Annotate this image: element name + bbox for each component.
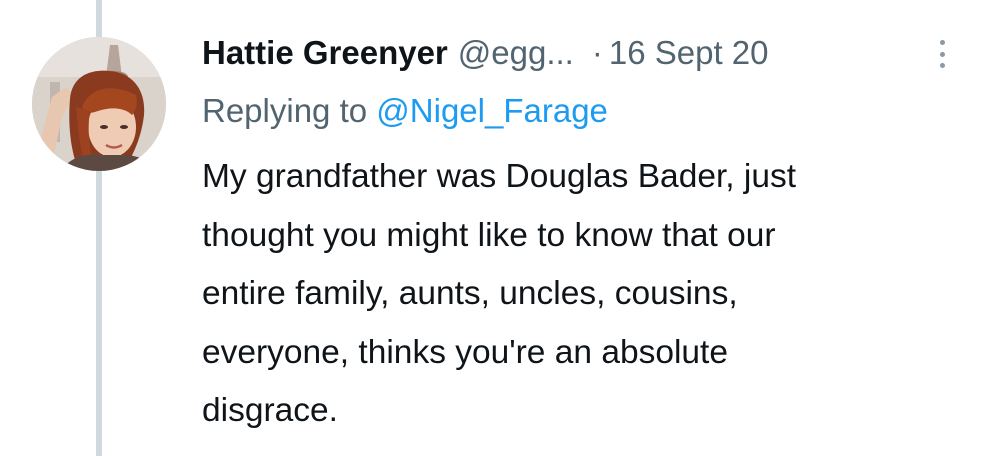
tweet-text-line: thought you might like to know that our xyxy=(202,216,776,254)
timestamp[interactable]: 16 Sept 20 xyxy=(609,30,769,76)
separator-dot: · xyxy=(591,34,603,71)
avatar[interactable] xyxy=(32,37,166,171)
tweet-text-line: disgrace. xyxy=(202,392,338,429)
replying-to-mention-link[interactable]: @Nigel_Farage xyxy=(376,92,608,129)
tweet-header: Hattie Greenyer @egg... · 16 Sept 20 xyxy=(202,30,769,76)
user-handle[interactable]: @egg... xyxy=(458,30,574,76)
tweet-text-line: entire family, aunts, uncles, cousins, xyxy=(202,275,738,312)
tweet-text: My grandfather was Douglas Bader, just t… xyxy=(202,148,982,441)
tweet-text-line: My grandfather was Douglas Bader, just xyxy=(202,158,797,195)
display-name[interactable]: Hattie Greenyer xyxy=(202,30,448,76)
more-vertical-icon xyxy=(939,40,945,45)
avatar-photo xyxy=(32,37,166,171)
replying-to-line: Replying to @Nigel_Farage xyxy=(202,88,608,134)
more-options-button[interactable] xyxy=(932,40,952,68)
tweet-text-line: everyone, thinks you're an absolute xyxy=(202,333,728,371)
replying-to-label: Replying to xyxy=(202,92,368,129)
